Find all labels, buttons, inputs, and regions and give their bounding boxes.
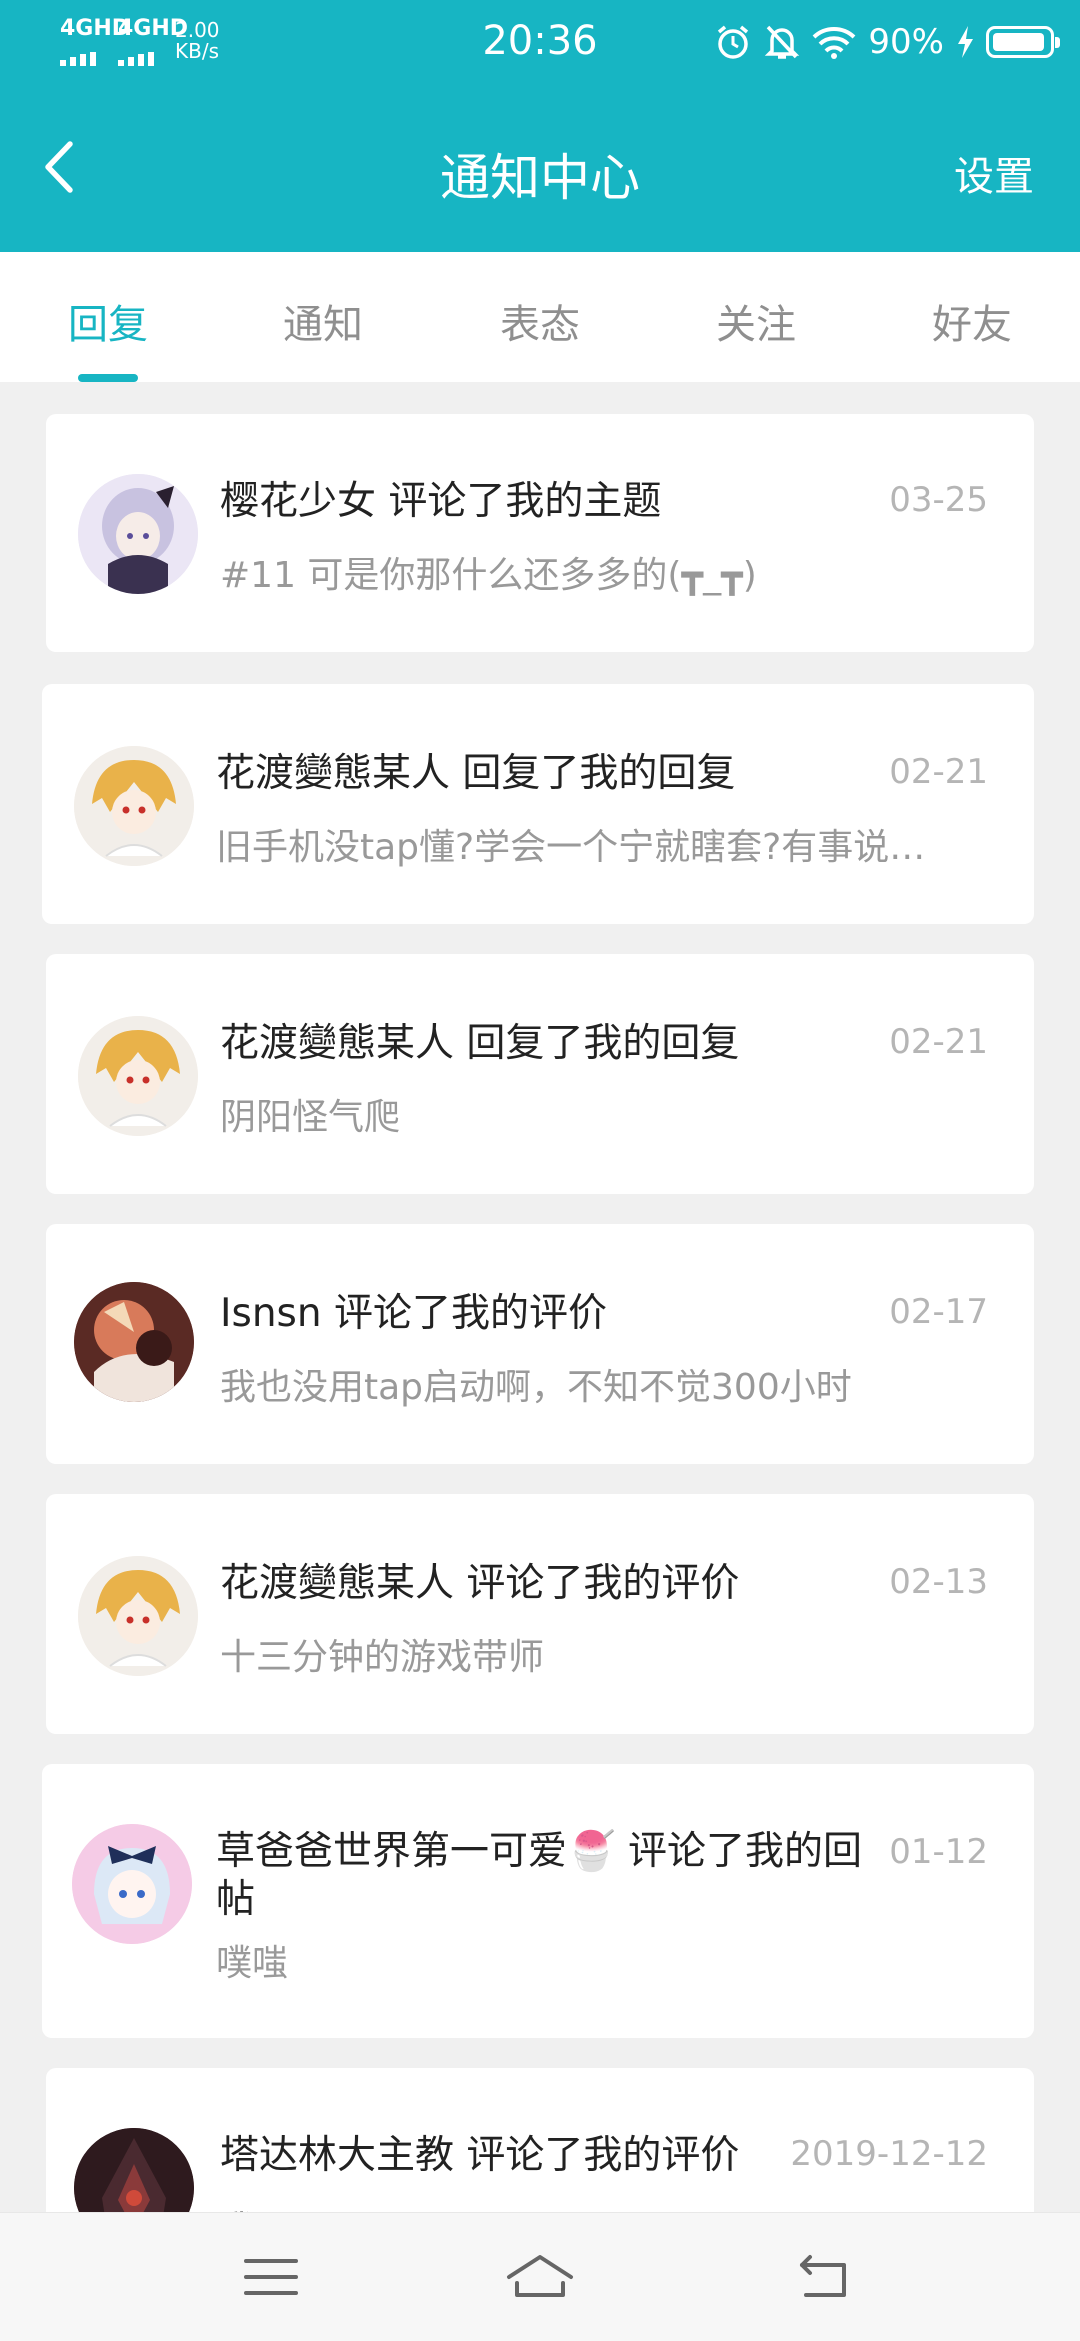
app-header: 4GHD 4GHD 2.00 KB/s 20:36 90% 通知中心 设置: [0, 0, 1080, 252]
notification-list: 樱花少女 评论了我的主题 #11 可是你那什么还多多的(┳_┳) 03-25 花…: [0, 382, 1080, 2212]
status-bar: 4GHD 4GHD 2.00 KB/s 20:36 90%: [0, 0, 1080, 84]
tab-follows[interactable]: 关注: [696, 292, 816, 350]
notification-preview: 噗嗤: [216, 1943, 289, 1984]
notification-preview: 我也没用tap启动啊，不知不觉300小时: [220, 1367, 852, 1408]
avatar: [78, 474, 198, 594]
active-tab-indicator: [78, 374, 138, 382]
notification-date: 03-25: [889, 480, 988, 520]
tab-reactions[interactable]: 表态: [480, 292, 600, 350]
anime-art-red-avatar-icon: [74, 1282, 194, 1402]
mute-bell-icon: [765, 25, 800, 59]
anime-girl-blonde-avatar-icon: [78, 1016, 198, 1136]
list-item[interactable]: Isnsn 评论了我的评价 我也没用tap启动啊，不知不觉300小时 02-17: [46, 1224, 1034, 1464]
settings-button[interactable]: 设置: [954, 144, 1034, 202]
notification-date: 02-21: [889, 1022, 988, 1062]
battery-icon: [986, 26, 1060, 58]
wifi-icon: [813, 27, 856, 59]
list-item[interactable]: 花渡變態某人 回复了我的回复 旧手机没tap懂?学会一个宁就瞎套?有事说… 02…: [42, 684, 1034, 924]
notification-title: 花渡變態某人 评论了我的评价: [220, 1561, 740, 1606]
notification-title: 草爸爸世界第一可爱🍧 评论了我的回帖: [216, 1829, 862, 1922]
notification-preview: #11 可是你那什么还多多的(┳_┳): [220, 555, 757, 596]
notification-date: 02-17: [889, 1292, 988, 1332]
alarm-icon: [718, 25, 749, 59]
menu-button[interactable]: [236, 2247, 306, 2307]
notification-preview: 十三分钟的游戏带师: [220, 1637, 545, 1678]
notification-title: 樱花少女 评论了我的主题: [220, 479, 662, 524]
notification-title: Isnsn 评论了我的评价: [220, 1291, 607, 1336]
tab-replies[interactable]: 回复: [48, 292, 168, 350]
tab-friends[interactable]: 好友: [912, 292, 1032, 350]
back-icon: [800, 2255, 846, 2297]
avatar: [74, 1282, 194, 1402]
notification-title: 花渡變態某人 回复了我的回复: [216, 751, 736, 796]
notification-date: 02-21: [889, 752, 988, 792]
system-navigation-bar: [0, 2212, 1080, 2341]
list-item[interactable]: 塔达林大主教 评论了我的评价 我玩骨...66 2019-12-12: [46, 2068, 1034, 2212]
notification-preview: 我玩骨...66: [220, 2200, 980, 2212]
avatar: [72, 1824, 192, 1944]
list-item[interactable]: 草爸爸世界第一可爱🍧 评论了我的回帖 噗嗤 01-12: [42, 1764, 1034, 2038]
menu-icon: [244, 2259, 298, 2295]
back-nav-button[interactable]: [788, 2247, 858, 2307]
notification-preview: 旧手机没tap懂?学会一个宁就瞎套?有事说…: [216, 827, 926, 868]
avatar: [74, 746, 194, 866]
notification-title: 花渡變態某人 回复了我的回复: [220, 1021, 740, 1066]
home-button[interactable]: [505, 2247, 575, 2307]
list-item[interactable]: 花渡變態某人 评论了我的评价 十三分钟的游戏带师 02-13: [46, 1494, 1034, 1734]
home-icon: [507, 2255, 573, 2297]
status-icons: 90%: [714, 20, 1060, 64]
avatar: [74, 2128, 194, 2212]
anime-girl-blonde-avatar-icon: [78, 1556, 198, 1676]
battery-percent: 90%: [868, 22, 944, 62]
page-title: 通知中心: [440, 149, 640, 207]
avatar: [78, 1016, 198, 1136]
list-item[interactable]: 花渡變態某人 回复了我的回复 阴阳怪气爬 02-21: [46, 954, 1034, 1194]
anime-girl-blonde-avatar-icon: [74, 746, 194, 866]
notification-date: 01-12: [889, 1832, 988, 1872]
charging-icon: [958, 26, 973, 58]
tab-bar: 回复 通知 表态 关注 好友: [0, 252, 1080, 382]
tab-notices[interactable]: 通知: [263, 292, 383, 350]
list-item[interactable]: 樱花少女 评论了我的主题 #11 可是你那什么还多多的(┳_┳) 03-25: [46, 414, 1034, 652]
anime-girl-blue-bow-avatar-icon: [72, 1824, 192, 1944]
notification-title: 塔达林大主教 评论了我的评价: [220, 2133, 740, 2178]
hooded-figure-avatar-icon: [74, 2128, 194, 2212]
anime-girl-lavender-avatar-icon: [78, 474, 198, 594]
notification-date: 2019-12-12: [790, 2134, 988, 2174]
notification-date: 02-13: [889, 1562, 988, 1602]
notification-preview: 阴阳怪气爬: [220, 1097, 401, 1138]
avatar: [78, 1556, 198, 1676]
